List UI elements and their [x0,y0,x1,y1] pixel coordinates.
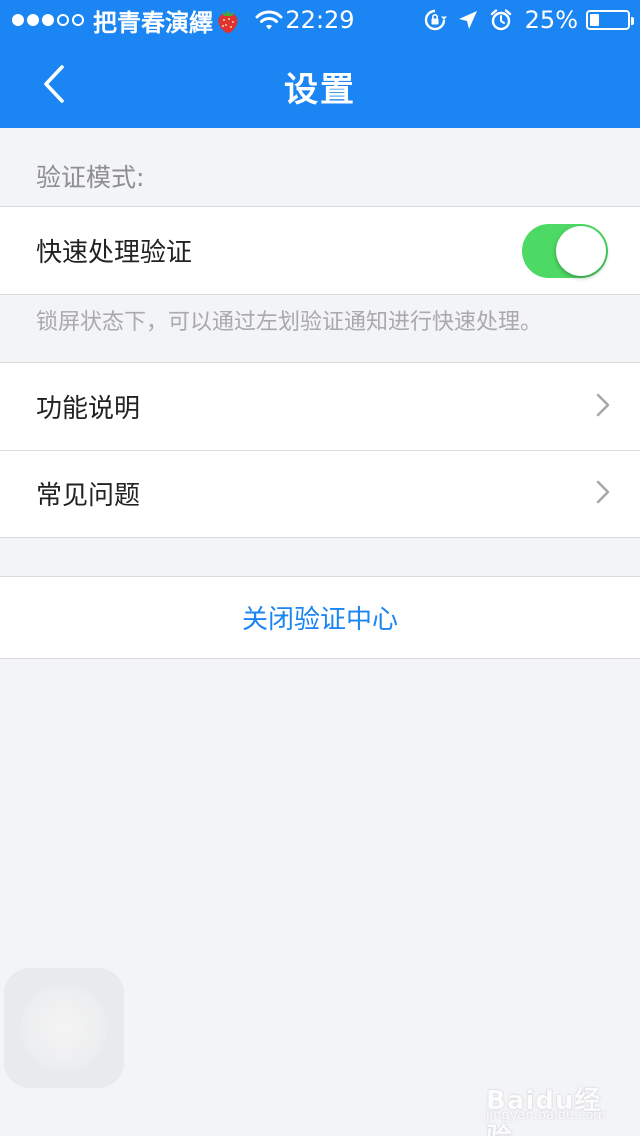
chevron-right-icon [596,393,610,417]
back-button[interactable] [24,54,84,114]
assistive-touch-button[interactable] [4,968,124,1088]
toggle-knob [556,226,606,276]
navigation-bar: 设置 [0,40,640,128]
quick-verify-row: 快速处理验证 [0,207,640,294]
menu-item-label: 功能说明 [36,394,141,424]
orientation-lock-icon [424,9,447,31]
carrier-name: 把青春演繹 [93,8,213,37]
menu-item-label: 常见问题 [36,481,141,511]
battery-icon [586,10,634,30]
verification-group: 快速处理验证 [0,206,640,295]
baidu-jingyan-watermark: Baidu经验 jingyan.baidu.com [486,1066,606,1136]
status-icons: 25% [413,6,634,34]
page-title: 设置 [284,70,356,110]
chevron-right-icon [596,480,610,504]
help-menu-group: 功能说明 常见问题 [0,362,640,538]
section-header-verification-mode: 验证模式: [36,163,145,192]
menu-item-faq[interactable]: 常见问题 [0,450,640,537]
battery-percent: 25% [524,6,578,34]
location-arrow-icon [458,11,477,29]
quick-verify-description: 锁屏状态下，可以通过左划验证通知进行快速处理。 [36,310,543,335]
chevron-left-icon [44,65,64,103]
quick-verify-toggle[interactable] [522,224,608,278]
top-bar: 把青春演繹 22:29 25% 设置 [0,0,640,128]
signal-strength-icon [12,14,87,26]
alarm-icon [490,9,511,31]
watermark-subtext: jingyan.baidu.com [486,1108,606,1123]
assistive-touch-icon [20,984,108,1072]
strawberry-emoji-icon [218,10,238,33]
close-verification-center-button[interactable]: 关闭验证中心 [0,576,640,659]
battery-level-fill [590,14,599,26]
wifi-icon [255,10,283,30]
menu-item-feature-description[interactable]: 功能说明 [0,363,640,450]
